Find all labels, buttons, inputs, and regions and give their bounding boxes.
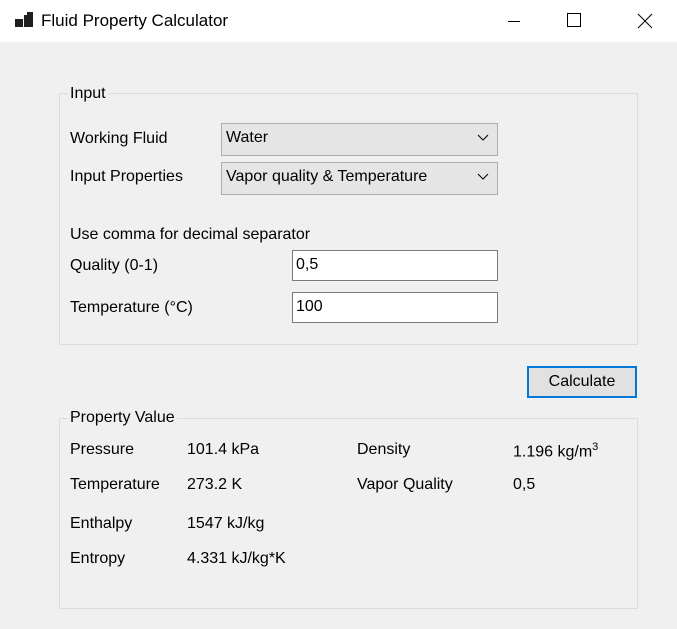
density-exponent: 3 (592, 441, 599, 453)
entropy-value: 4.331 kJ/kg*K (187, 550, 286, 567)
calculate-button[interactable]: Calculate (527, 366, 637, 398)
quality-label: Quality (0-1) (70, 257, 159, 274)
working-fluid-value: Water (226, 129, 269, 146)
entropy-label: Entropy (70, 550, 126, 567)
temperature-result-label: Temperature (70, 476, 160, 493)
enthalpy-value: 1547 kJ/kg (187, 515, 265, 532)
temperature-input-value: 100 (296, 298, 323, 315)
density-value-text: 1.196 kg/m (513, 443, 593, 461)
input-group-legend: Input (68, 85, 108, 103)
minimize-icon (508, 21, 520, 22)
pressure-label: Pressure (70, 441, 135, 458)
working-fluid-dropdown[interactable]: Water (221, 123, 498, 156)
maximize-icon (567, 13, 581, 27)
input-properties-label: Input Properties (70, 168, 183, 185)
quality-input[interactable]: 0,5 (292, 250, 498, 281)
app-icon (15, 12, 35, 30)
close-icon (637, 13, 653, 29)
window-title: Fluid Property Calculator (41, 11, 229, 30)
input-properties-value: Vapor quality & Temperature (226, 168, 428, 185)
calculate-button-label: Calculate (548, 373, 616, 390)
close-button[interactable] (615, 0, 675, 42)
vapor-quality-label: Vapor Quality (357, 476, 453, 493)
temperature-input[interactable]: 100 (292, 292, 498, 323)
decimal-separator-hint: Use comma for decimal separator (70, 226, 311, 243)
title-bar: Fluid Property Calculator (0, 0, 677, 42)
chevron-down-icon (477, 134, 489, 141)
chevron-down-icon (477, 173, 489, 180)
minimize-button[interactable] (484, 0, 544, 42)
pressure-value: 101.4 kPa (187, 441, 260, 458)
working-fluid-label: Working Fluid (70, 130, 168, 147)
vapor-quality-value: 0,5 (513, 476, 536, 493)
property-value-group-legend: Property Value (68, 409, 177, 427)
density-label: Density (357, 441, 411, 458)
temperature-label: Temperature (°C) (70, 299, 193, 316)
input-properties-dropdown[interactable]: Vapor quality & Temperature (221, 162, 498, 195)
density-value: 1.196 kg/m3 (513, 441, 598, 461)
enthalpy-label: Enthalpy (70, 515, 133, 532)
maximize-button[interactable] (543, 0, 603, 42)
quality-input-value: 0,5 (296, 256, 319, 273)
temperature-result-value: 273.2 K (187, 476, 243, 493)
